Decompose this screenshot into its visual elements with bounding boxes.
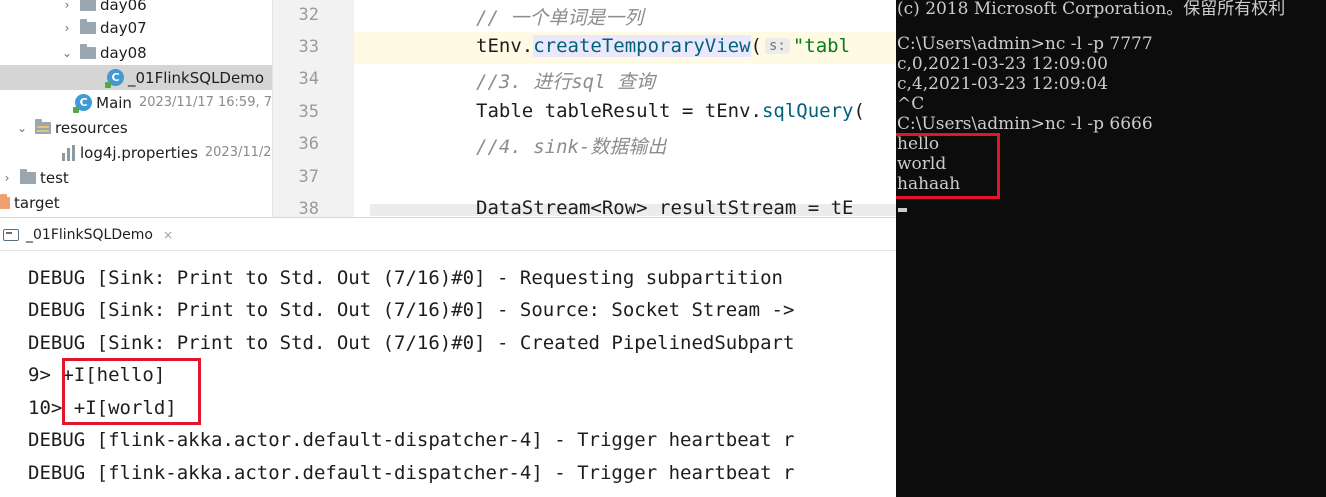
tree-item-day08[interactable]: ⌄ day08 xyxy=(0,40,272,65)
code-token: Table tableResult = tEnv. xyxy=(476,100,762,122)
terminal-line: C:\Users\admin>nc -l -p 7777 xyxy=(897,34,1153,54)
highlight-box xyxy=(62,358,201,425)
code-line-32: // 一个单词是一列 xyxy=(476,7,644,29)
tree-item-label: day07 xyxy=(100,18,147,37)
line-number: 37 xyxy=(298,167,319,187)
tree-item-test[interactable]: › test xyxy=(0,165,272,190)
tree-item-label: day08 xyxy=(100,43,147,62)
console-line: DEBUG [Sink: Print to Std. Out (7/16)#0]… xyxy=(28,332,795,354)
terminal-line: c,0,2021-03-23 12:09:00 xyxy=(897,54,1108,74)
tree-item-date: 2023/11/17 16:59, 7 xyxy=(138,95,272,110)
console-output[interactable]: [ ] DEBUG [Sink: Print to Std. Out (7/16… xyxy=(0,251,896,497)
code-method-token: createTemporaryView xyxy=(533,35,751,57)
java-class-icon: C xyxy=(73,94,93,113)
tree-item-label: _01FlinkSQLDemo xyxy=(128,68,264,87)
code-method-token: sqlQuery xyxy=(761,100,854,122)
tree-item-date: 2023/11/2 xyxy=(204,145,272,160)
line-number: 36 xyxy=(298,134,319,154)
tree-item-label: log4j.properties xyxy=(80,143,198,162)
code-token: ( xyxy=(750,35,762,57)
java-class-icon: C xyxy=(105,69,124,88)
terminal-line: C:\Users\admin>nc -l -p 6666 xyxy=(897,114,1153,134)
code-line-38: DataStream<Row> resultStream = tE xyxy=(476,197,854,217)
tree-item-label: resources xyxy=(55,118,128,137)
tab-flinksqldemo[interactable]: _01FlinkSQLDemo × xyxy=(3,224,173,246)
tab-label: _01FlinkSQLDemo xyxy=(26,227,153,243)
console-icon xyxy=(3,229,19,241)
folder-icon xyxy=(20,168,36,184)
collapse-arrow-icon[interactable]: ⌄ xyxy=(60,46,74,60)
close-icon[interactable]: × xyxy=(163,228,173,242)
code-line-36: //4. sink-数据输出 xyxy=(476,136,667,158)
code-string-token: "tabl xyxy=(792,35,851,57)
terminal-line: (c) 2018 Microsoft Corporation。保留所有权利 xyxy=(897,0,1286,19)
folder-icon xyxy=(80,18,96,34)
tree-item-label: Main xyxy=(96,93,132,112)
tree-item-target[interactable]: target xyxy=(0,190,272,215)
expand-arrow-icon[interactable]: › xyxy=(60,21,74,35)
code-editor[interactable]: // 一个单词是一列 tEnv.createTemporaryView(s: "t… xyxy=(354,0,896,217)
project-tree: › day06 › day07 ⌄ day08 C _01FlinkSQLDem… xyxy=(0,0,272,217)
code-line-34: //3. 进行sql 查询 xyxy=(476,71,655,93)
cmd-terminal-window[interactable]: (c) 2018 Microsoft Corporation。保留所有权利 C:… xyxy=(896,0,1326,497)
tree-item-resources[interactable]: ⌄ resources xyxy=(0,115,272,140)
terminal-line: c,4,2021-03-23 12:09:04 xyxy=(897,74,1108,94)
code-line-35: Table tableResult = tEnv.sqlQuery( xyxy=(476,100,865,122)
target-folder-icon xyxy=(0,193,10,209)
tree-item-log4j-properties[interactable]: log4j.properties 2023/11/2 xyxy=(0,140,272,165)
folder-icon xyxy=(80,0,96,11)
tree-item-main[interactable]: C Main 2023/11/17 16:59, 7 xyxy=(0,90,272,115)
console-line: DEBUG [Sink: Print to Std. Out (7/16)#0]… xyxy=(28,299,795,321)
terminal-line: ^C xyxy=(897,94,925,114)
highlight-box xyxy=(896,133,1000,199)
line-number: 38 xyxy=(298,199,319,219)
expand-arrow-icon[interactable]: › xyxy=(60,0,74,12)
tree-item-flinksqldemo[interactable]: C _01FlinkSQLDemo xyxy=(0,65,272,90)
resources-folder-icon xyxy=(35,118,51,134)
collapse-arrow-icon[interactable]: ⌄ xyxy=(15,121,29,135)
editor-gutter: 32 33 34 35 36 37 38 xyxy=(272,0,355,219)
parameter-hint: s: xyxy=(765,38,790,54)
code-line-33: tEnv.createTemporaryView(s: "tabl xyxy=(476,35,850,57)
line-number: 32 xyxy=(298,5,319,25)
tree-item-label: test xyxy=(40,168,69,187)
terminal-cursor xyxy=(898,208,907,212)
console-line: DEBUG [flink-akka.actor.default-dispatch… xyxy=(28,429,795,451)
line-number: 33 xyxy=(298,37,319,57)
tree-item-label: target xyxy=(14,193,60,212)
code-token: ( xyxy=(853,100,865,122)
tree-item-label: day06 xyxy=(100,0,147,14)
line-number: 34 xyxy=(298,69,319,89)
properties-file-icon xyxy=(62,144,76,161)
code-token: tEnv. xyxy=(476,35,534,57)
line-number: 35 xyxy=(298,102,319,122)
console-line: DEBUG [flink-akka.actor.default-dispatch… xyxy=(28,462,795,484)
expand-arrow-icon[interactable]: › xyxy=(0,171,14,185)
console-line: DEBUG [Sink: Print to Std. Out (7/16)#0]… xyxy=(28,267,783,289)
tree-item-day07[interactable]: › day07 xyxy=(0,15,272,40)
run-tool-window-header: _01FlinkSQLDemo × xyxy=(0,217,896,251)
folder-icon xyxy=(80,43,96,59)
